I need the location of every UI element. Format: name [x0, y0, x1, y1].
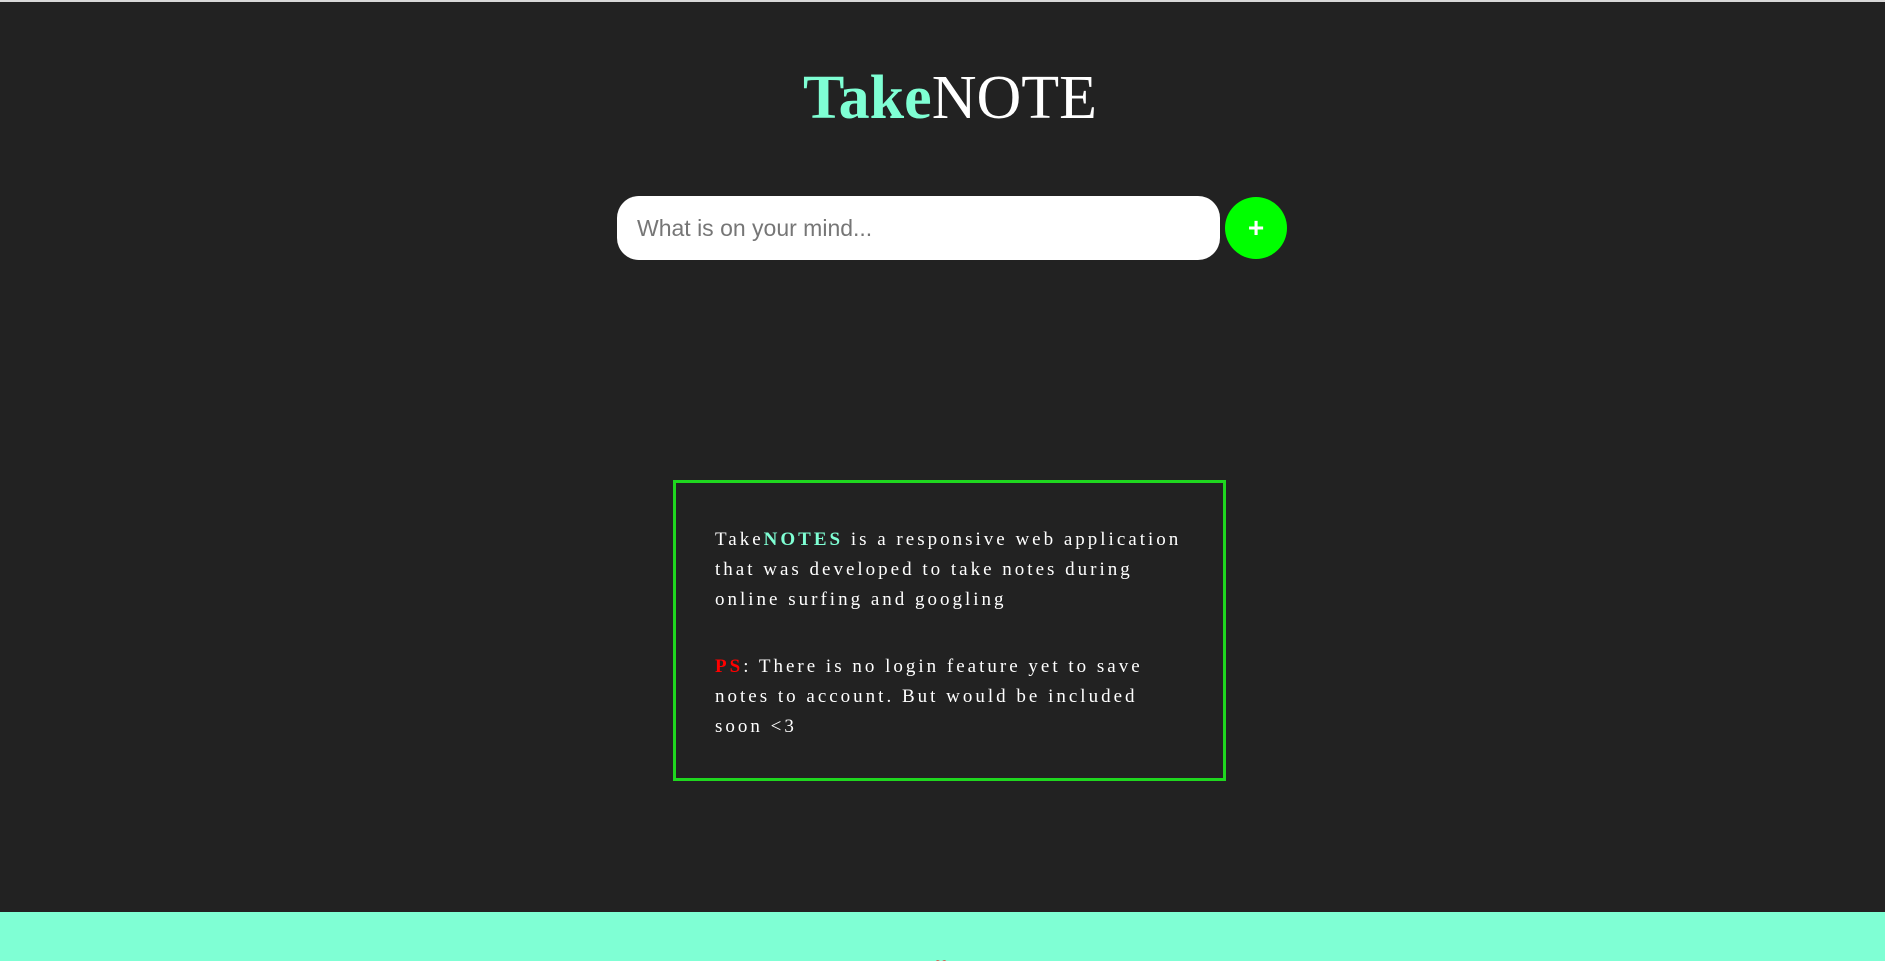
info-box: TakeNOTES is a responsive web applicatio… — [673, 480, 1226, 781]
footer: ❤ — [0, 912, 1885, 961]
app-title: TakeNOTE — [0, 58, 1885, 138]
info-take: Take — [715, 529, 764, 550]
footer-text: ❤ — [0, 956, 1885, 961]
add-note-button[interactable]: + — [1225, 197, 1287, 259]
info-notes-word: NOTES — [763, 529, 844, 550]
app-title-note: NOTE — [931, 64, 1097, 132]
ps-text: : There is no login feature yet to save … — [715, 656, 1143, 737]
info-ps-note: PS: There is no login feature yet to sav… — [715, 652, 1187, 742]
heart-icon: ❤ — [933, 956, 951, 961]
app-title-take: Take — [803, 64, 932, 132]
plus-icon: + — [1247, 212, 1265, 243]
note-input[interactable] — [617, 196, 1220, 260]
ps-label: PS — [715, 656, 744, 677]
info-description: TakeNOTES is a responsive web applicatio… — [715, 525, 1187, 615]
top-border-line — [0, 0, 1885, 2]
